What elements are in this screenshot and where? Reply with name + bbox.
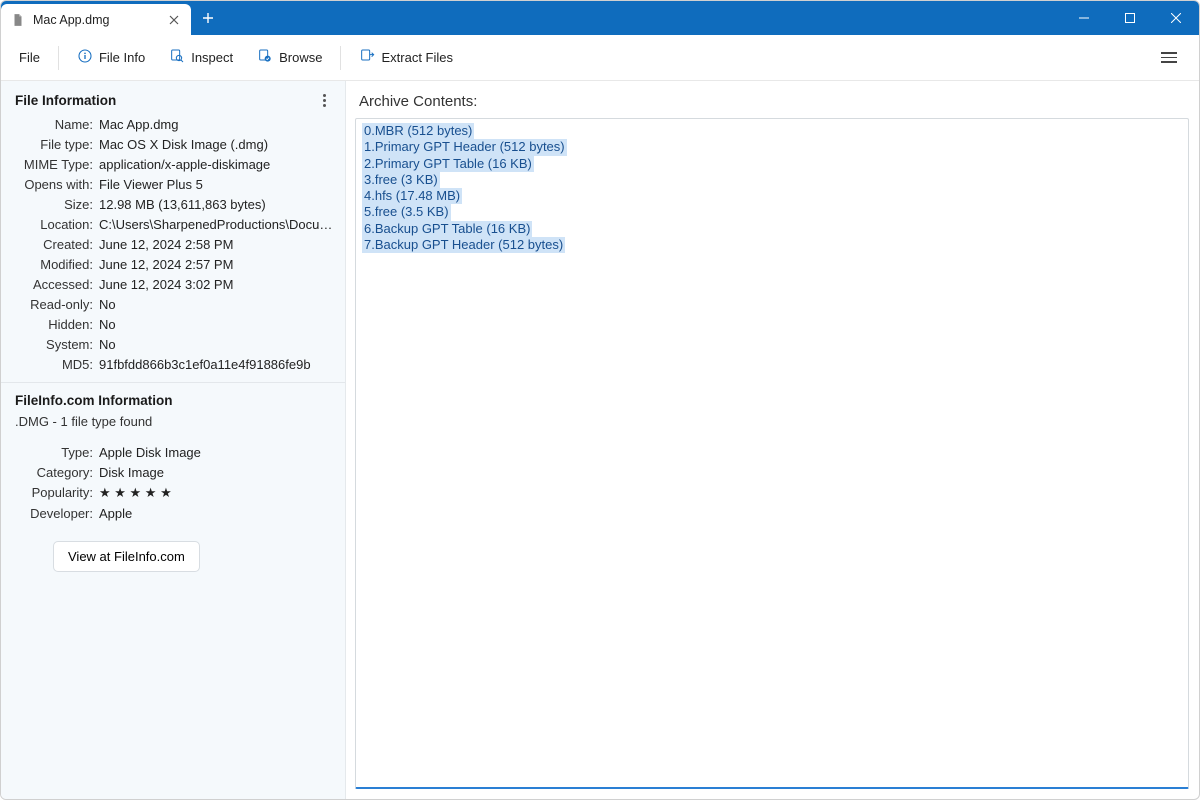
label-developer: Developer:: [3, 506, 93, 521]
toolbar-separator: [58, 46, 59, 70]
app-window: Mac App.dmg File: [0, 0, 1200, 800]
new-tab-button[interactable]: [191, 1, 225, 35]
label-name: Name:: [3, 117, 93, 132]
archive-contents-box[interactable]: 0.MBR (512 bytes) 1.Primary GPT Header (…: [355, 118, 1189, 789]
close-button[interactable]: [1153, 1, 1199, 35]
maximize-button[interactable]: [1107, 1, 1153, 35]
panel-options-button[interactable]: [313, 89, 335, 111]
value-md5: 91fbfdd866b3c1ef0a11e4f91886fe9b: [99, 357, 333, 372]
label-modified: Modified:: [3, 257, 93, 272]
info-icon: [77, 48, 93, 67]
label-type: Type:: [3, 445, 93, 460]
value-filetype: Mac OS X Disk Image (.dmg): [99, 137, 333, 152]
value-popularity: ★ ★ ★ ★ ★: [99, 485, 333, 501]
label-filetype: File type:: [3, 137, 93, 152]
label-popularity: Popularity:: [3, 485, 93, 501]
content-area: File Information Name: Mac App.dmg File …: [1, 81, 1199, 799]
archive-contents-header: Archive Contents:: [355, 87, 1189, 118]
value-location: C:\Users\SharpenedProductions\Documents\…: [99, 217, 333, 232]
fileinfocom-grid: Type: Apple Disk Image Category: Disk Im…: [1, 439, 345, 531]
hamburger-icon: [1161, 51, 1177, 65]
view-at-fileinfo-button[interactable]: View at FileInfo.com: [53, 541, 200, 572]
value-type: Apple Disk Image: [99, 445, 333, 460]
browse-button[interactable]: Browse: [247, 42, 332, 73]
value-modified: June 12, 2024 2:57 PM: [99, 257, 333, 272]
tab-title: Mac App.dmg: [33, 13, 157, 27]
file-information-header: File Information: [15, 93, 116, 108]
sidebar: File Information Name: Mac App.dmg File …: [1, 81, 346, 799]
value-system: No: [99, 337, 333, 352]
tab-close-button[interactable]: [165, 11, 183, 29]
label-size: Size:: [3, 197, 93, 212]
toolbar: File File Info Inspect Browse Extr: [1, 35, 1199, 81]
inspect-icon: [169, 48, 185, 67]
value-category: Disk Image: [99, 465, 333, 480]
label-category: Category:: [3, 465, 93, 480]
archive-line[interactable]: 3.free (3 KB): [362, 172, 440, 188]
file-information-grid: Name: Mac App.dmg File type: Mac OS X Di…: [1, 115, 345, 382]
extract-label: Extract Files: [381, 50, 453, 65]
label-hidden: Hidden:: [3, 317, 93, 332]
archive-line[interactable]: 5.free (3.5 KB): [362, 204, 451, 220]
minimize-button[interactable]: [1061, 1, 1107, 35]
value-hidden: No: [99, 317, 333, 332]
archive-line[interactable]: 1.Primary GPT Header (512 bytes): [362, 139, 567, 155]
value-mime: application/x-apple-diskimage: [99, 157, 333, 172]
label-readonly: Read-only:: [3, 297, 93, 312]
file-info-label: File Info: [99, 50, 145, 65]
label-location: Location:: [3, 217, 93, 232]
menu-file[interactable]: File: [9, 44, 50, 71]
value-developer: Apple: [99, 506, 333, 521]
extract-files-button[interactable]: Extract Files: [349, 42, 463, 73]
menu-button[interactable]: [1151, 40, 1187, 76]
file-icon: [11, 13, 25, 27]
label-md5: MD5:: [3, 357, 93, 372]
browse-icon: [257, 48, 273, 67]
file-info-button[interactable]: File Info: [67, 42, 155, 73]
window-controls: [1061, 1, 1199, 35]
browse-label: Browse: [279, 50, 322, 65]
toolbar-separator: [340, 46, 341, 70]
archive-line[interactable]: 6.Backup GPT Table (16 KB): [362, 221, 532, 237]
value-created: June 12, 2024 2:58 PM: [99, 237, 333, 252]
archive-line[interactable]: 2.Primary GPT Table (16 KB): [362, 156, 534, 172]
value-name: Mac App.dmg: [99, 117, 333, 132]
titlebar: Mac App.dmg: [1, 1, 1199, 35]
value-size: 12.98 MB (13,611,863 bytes): [99, 197, 333, 212]
archive-line[interactable]: 4.hfs (17.48 MB): [362, 188, 462, 204]
inspect-label: Inspect: [191, 50, 233, 65]
inspect-button[interactable]: Inspect: [159, 42, 243, 73]
value-opens: File Viewer Plus 5: [99, 177, 333, 192]
extract-icon: [359, 48, 375, 67]
value-readonly: No: [99, 297, 333, 312]
main-panel: Archive Contents: 0.MBR (512 bytes) 1.Pr…: [351, 81, 1199, 799]
label-opens: Opens with:: [3, 177, 93, 192]
archive-line[interactable]: 7.Backup GPT Header (512 bytes): [362, 237, 565, 253]
value-accessed: June 12, 2024 3:02 PM: [99, 277, 333, 292]
fileinfocom-header: FileInfo.com Information: [15, 393, 331, 408]
fileinfocom-subtitle: .DMG - 1 file type found: [1, 414, 345, 439]
label-system: System:: [3, 337, 93, 352]
tab-active[interactable]: Mac App.dmg: [1, 4, 191, 35]
label-accessed: Accessed:: [3, 277, 93, 292]
label-mime: MIME Type:: [3, 157, 93, 172]
label-created: Created:: [3, 237, 93, 252]
archive-line[interactable]: 0.MBR (512 bytes): [362, 123, 474, 139]
menu-file-label: File: [19, 50, 40, 65]
